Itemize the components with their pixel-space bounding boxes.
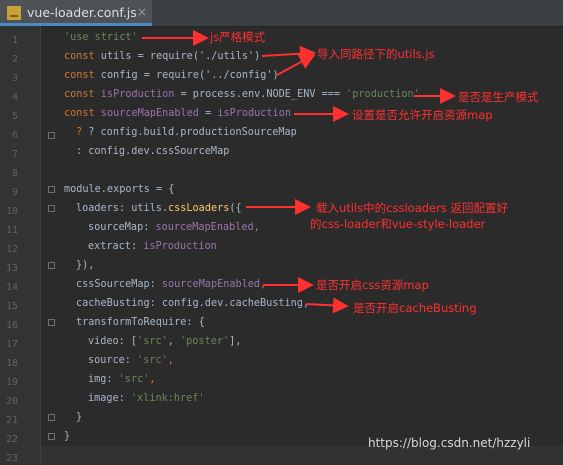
annotation-cache-busting: 是否开启cacheBusting: [353, 301, 477, 315]
annotation-arrows: [142, 30, 456, 314]
annotation-is-production: 是否是生产模式: [458, 90, 539, 104]
annotation-import-utils: 导入同路径下的utils.js: [317, 47, 435, 61]
annotation-css-loaders-2: 的css-loader和vue-style-loader: [310, 217, 486, 231]
annotation-source-map: 设置是否允许开启资源map: [352, 108, 493, 122]
annotation-css-loaders: 载入utils中的cssloaders 返回配置好: [316, 201, 509, 215]
arrow-3: [276, 54, 316, 76]
watermark: https://blog.csdn.net/hzzyli: [368, 436, 531, 450]
arrow-15: [305, 297, 349, 314]
arrow-2: [261, 45, 316, 62]
annotation-css-source-map: 是否开启css资源map: [316, 278, 429, 292]
annotation-strict-mode: js严格模式: [210, 30, 266, 44]
